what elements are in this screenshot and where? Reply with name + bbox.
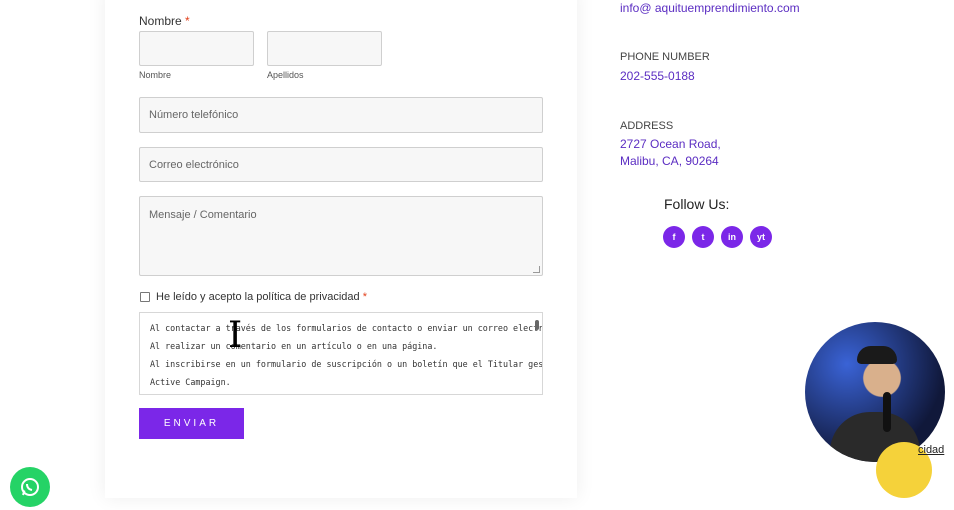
follow-us-title: Follow Us: bbox=[664, 196, 730, 212]
phone-input[interactable]: Número telefónico bbox=[139, 97, 543, 133]
privacy-checkbox[interactable] bbox=[140, 292, 150, 302]
email-placeholder: Correo electrónico bbox=[149, 158, 239, 171]
policy-line: Al contactar a través de los formularios… bbox=[150, 323, 543, 333]
privacy-checkbox-label: He leído y acepto la política de privaci… bbox=[156, 291, 367, 303]
policy-line: Al inscribirse en un formulario de suscr… bbox=[150, 359, 543, 369]
privacy-consent-row: He leído y acepto la política de privaci… bbox=[140, 291, 367, 303]
first-name-input[interactable] bbox=[139, 31, 254, 66]
privacy-policy-scrollbox[interactable]: Al contactar a través de los formularios… bbox=[139, 312, 543, 395]
last-name-input[interactable] bbox=[267, 31, 382, 66]
contact-email[interactable]: info@ aquituemprendimiento.com bbox=[620, 1, 800, 15]
address-line-1: 2727 Ocean Road, bbox=[620, 137, 721, 151]
phone-caption: PHONE NUMBER bbox=[620, 51, 710, 63]
name-label: Nombre * bbox=[139, 14, 190, 28]
privacy-link[interactable]: cidad bbox=[918, 444, 944, 456]
message-textarea[interactable]: Mensaje / Comentario bbox=[139, 196, 543, 276]
webcam-overlay bbox=[805, 322, 945, 462]
first-name-sublabel: Nombre bbox=[139, 70, 172, 80]
linkedin-icon[interactable]: in bbox=[721, 226, 743, 248]
text-cursor-icon: I bbox=[228, 315, 243, 356]
twitter-icon[interactable]: t bbox=[692, 226, 714, 248]
address-line-2: Malibu, CA, 90264 bbox=[620, 154, 719, 168]
social-links: f t in yt bbox=[663, 226, 772, 248]
youtube-icon[interactable]: yt bbox=[750, 226, 772, 248]
whatsapp-glyph-icon bbox=[21, 478, 39, 496]
email-input[interactable]: Correo electrónico bbox=[139, 147, 543, 182]
whatsapp-icon[interactable] bbox=[10, 467, 50, 507]
submit-button[interactable]: ENVIAR bbox=[139, 408, 244, 439]
contact-phone[interactable]: 202-555-0188 bbox=[620, 69, 695, 83]
phone-placeholder: Número telefónico bbox=[149, 109, 239, 121]
address-caption: ADDRESS bbox=[620, 120, 674, 132]
facebook-icon[interactable]: f bbox=[663, 226, 685, 248]
scrollbar-thumb[interactable] bbox=[535, 320, 539, 330]
resize-handle-icon[interactable] bbox=[533, 266, 540, 273]
message-placeholder: Mensaje / Comentario bbox=[149, 209, 257, 221]
policy-line: Al realizar un comentario en un artículo… bbox=[150, 341, 438, 351]
policy-line: Active Campaign. bbox=[150, 377, 231, 387]
last-name-sublabel: Apellidos bbox=[267, 70, 304, 80]
